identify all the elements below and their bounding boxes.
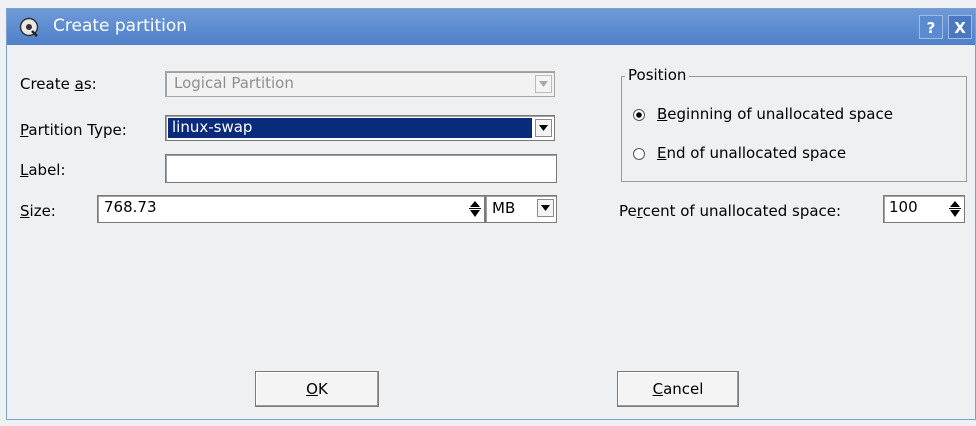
create-as-label: Create as: <box>20 75 97 93</box>
help-button[interactable]: ? <box>919 15 943 39</box>
label-input[interactable] <box>165 154 557 183</box>
radio-selected-icon <box>633 109 645 121</box>
size-label: Size: <box>20 202 56 220</box>
spin-arrows-icon[interactable] <box>469 198 481 220</box>
create-as-select[interactable]: Logical Partition <box>165 71 555 97</box>
size-unit-value: MB <box>492 199 516 217</box>
size-value: 768.73 <box>104 198 157 216</box>
create-as-value: Logical Partition <box>174 74 294 92</box>
dropdown-arrow-icon <box>535 75 552 93</box>
dropdown-arrow-icon <box>537 199 554 217</box>
cancel-button[interactable]: Cancel <box>617 371 739 407</box>
spin-arrows-icon[interactable] <box>949 198 961 220</box>
radio-unselected-icon <box>633 148 645 160</box>
dropdown-arrow-icon <box>535 119 552 137</box>
label-field-label: Label: <box>20 161 66 179</box>
radio-end[interactable]: End of unallocated space <box>633 144 953 166</box>
disk-icon <box>19 17 39 37</box>
partition-type-select[interactable]: linux-swap <box>165 115 555 141</box>
percent-input[interactable]: 100 <box>883 195 965 223</box>
create-partition-dialog: Create partition ? X Create as: Logical … <box>6 8 976 420</box>
position-legend: Position <box>625 66 690 84</box>
size-input[interactable]: 768.73 <box>97 195 485 223</box>
position-group <box>621 76 967 182</box>
close-button[interactable]: X <box>948 15 972 39</box>
title-bar[interactable]: Create partition ? X <box>7 9 975 45</box>
percent-label: Percent of unallocated space: <box>619 202 842 220</box>
radio-beginning-label: Beginning of unallocated space <box>657 105 893 123</box>
radio-end-label: End of unallocated space <box>657 144 847 162</box>
window-title: Create partition <box>53 16 188 36</box>
partition-type-label: Partition Type: <box>20 121 127 139</box>
partition-type-value: linux-swap <box>172 118 253 136</box>
size-unit-select[interactable]: MB <box>485 195 557 223</box>
percent-value: 100 <box>889 198 918 216</box>
ok-button[interactable]: OK <box>255 371 379 407</box>
radio-beginning[interactable]: Beginning of unallocated space <box>633 105 953 127</box>
